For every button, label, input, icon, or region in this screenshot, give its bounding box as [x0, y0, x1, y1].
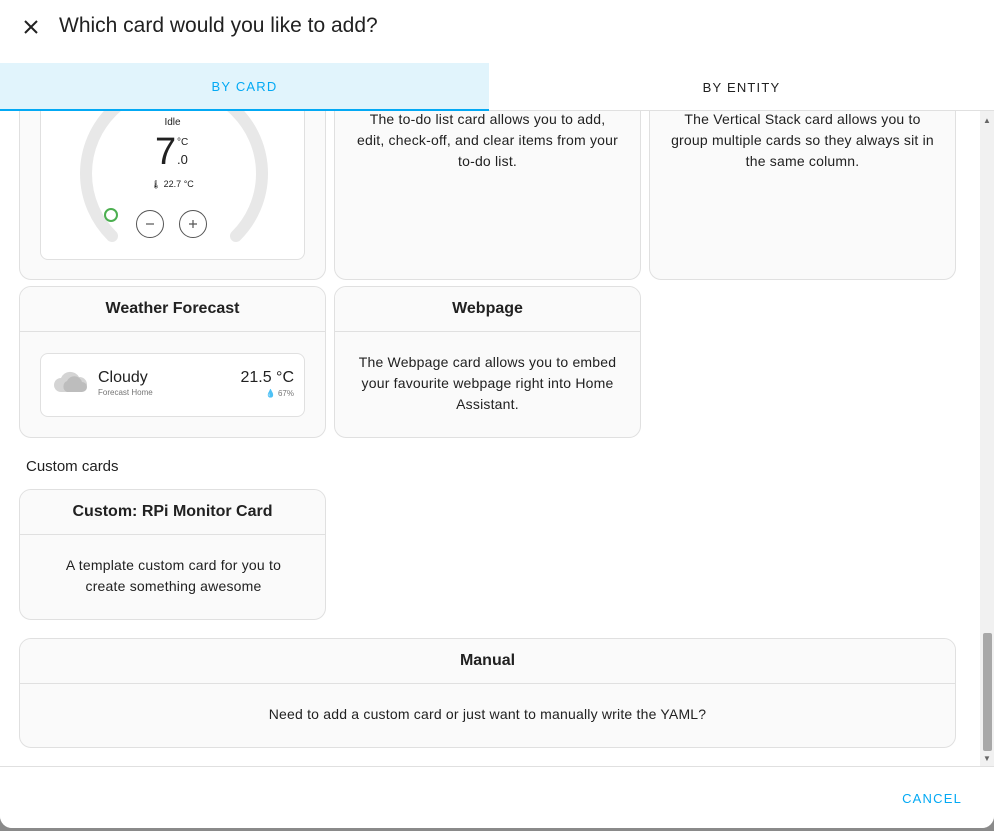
rpi-card-description: A template custom card for you to create…	[65, 557, 282, 594]
todo-card-option[interactable]: The to-do list card allows you to add, e…	[334, 111, 641, 280]
cancel-button[interactable]: CANCEL	[894, 783, 970, 813]
tab-by-entity[interactable]: BY ENTITY	[489, 63, 994, 111]
tab-bar: BY CARD BY ENTITY	[0, 63, 994, 111]
weather-preview: Cloudy Forecast Home 21.5 °C 💧 67%	[40, 353, 305, 417]
weather-location: Forecast Home	[98, 388, 153, 397]
manual-card-title: Manual	[20, 639, 955, 684]
webpage-card-description: The Webpage card allows you to embed you…	[358, 354, 617, 412]
minus-icon	[146, 223, 154, 225]
scroll-down-arrow-icon[interactable]: ▼	[981, 752, 993, 764]
close-button[interactable]	[13, 9, 49, 45]
dialog-header: Which card would you like to add?	[0, 0, 994, 63]
thermostat-target-int: 7	[155, 131, 177, 173]
rpi-monitor-card-option[interactable]: Custom: RPi Monitor Card A template cust…	[19, 489, 326, 620]
thermostat-preview: Idle 7 °C .0 🌡 22.7 °C	[40, 111, 305, 260]
thermostat-card-option[interactable]: Idle 7 °C .0 🌡 22.7 °C	[19, 111, 326, 280]
todo-card-description: The to-do list card allows you to add, e…	[356, 111, 619, 169]
humidity-icon: 💧	[265, 389, 276, 398]
vertical-stack-card-option[interactable]: The Vertical Stack card allows you to gr…	[649, 111, 956, 280]
webpage-card-title: Webpage	[335, 287, 640, 332]
weather-temperature: 21.5 °C	[240, 369, 294, 386]
decrease-button[interactable]	[136, 210, 164, 238]
cloudy-icon	[54, 371, 87, 392]
add-card-dialog: Which card would you like to add? BY CAR…	[0, 0, 994, 828]
thermostat-target-unit: °C	[177, 137, 189, 148]
thermostat-current: 🌡 22.7 °C	[151, 179, 194, 189]
weather-humidity: 💧 67%	[266, 389, 294, 398]
dialog-title: Which card would you like to add?	[59, 14, 378, 37]
thermostat-target-decimal: .0	[177, 152, 188, 167]
thermostat-current-value: 22.7 °C	[163, 179, 194, 189]
vertical-stack-card-description: The Vertical Stack card allows you to gr…	[671, 111, 934, 169]
webpage-card-option[interactable]: Webpage The Webpage card allows you to e…	[334, 286, 641, 438]
card-picker-list[interactable]: Idle 7 °C .0 🌡 22.7 °C The to-do list ca…	[0, 111, 994, 766]
increase-button[interactable]	[179, 210, 207, 238]
thermometer-icon: 🌡	[151, 180, 162, 189]
thermostat-state: Idle	[164, 117, 181, 128]
manual-card-option[interactable]: Manual Need to add a custom card or just…	[19, 638, 956, 748]
scrollbar-thumb[interactable]	[983, 633, 992, 751]
close-icon	[24, 20, 38, 34]
plus-icon	[189, 220, 197, 228]
weather-humidity-value: 67%	[277, 389, 294, 398]
tab-by-card[interactable]: BY CARD	[0, 63, 489, 111]
weather-condition: Cloudy	[98, 369, 148, 386]
weather-card-title: Weather Forecast	[20, 287, 325, 332]
dialog-footer: CANCEL	[0, 766, 994, 828]
weather-forecast-card-option[interactable]: Weather Forecast Cloudy Forecast Home 21…	[19, 286, 326, 438]
custom-cards-heading: Custom cards	[26, 458, 119, 475]
rpi-card-title: Custom: RPi Monitor Card	[20, 490, 325, 535]
scroll-up-arrow-icon[interactable]: ▲	[981, 114, 993, 126]
manual-card-description: Need to add a custom card or just want t…	[268, 706, 707, 722]
